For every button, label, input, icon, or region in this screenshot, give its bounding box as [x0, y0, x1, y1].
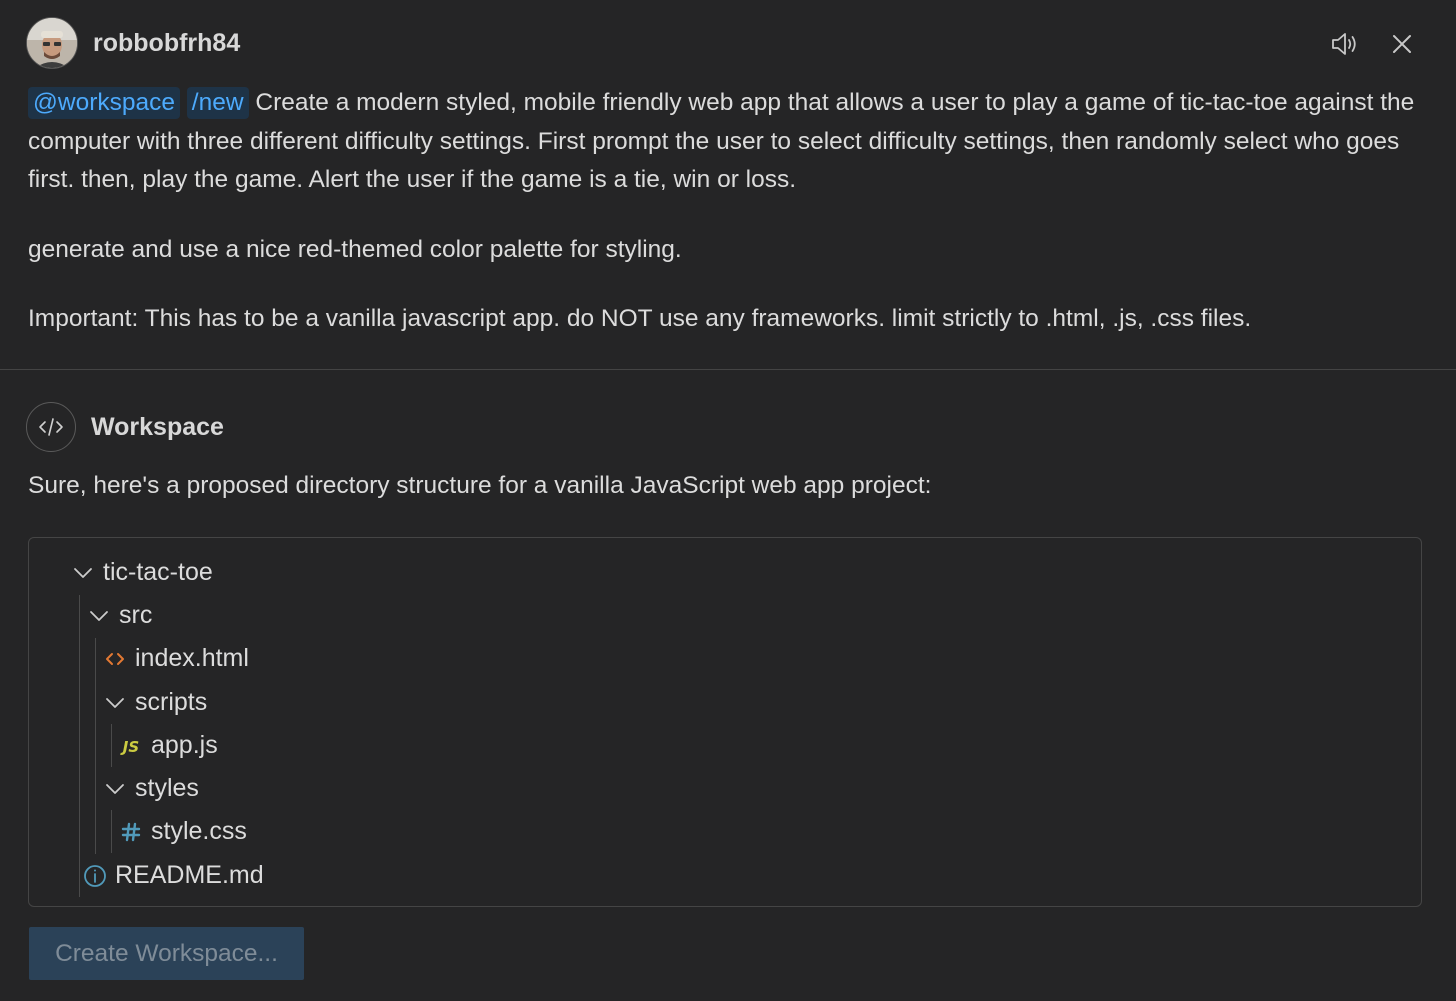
tree-item-label: scripts — [135, 688, 208, 716]
chevron-down-icon — [71, 561, 95, 585]
tree-item-styles[interactable]: styles — [103, 767, 199, 810]
tree-item-label: README.md — [115, 861, 264, 889]
username: robbobfrh84 — [93, 28, 241, 57]
user-header: robbobfrh84 — [26, 17, 241, 69]
close-icon[interactable] — [1384, 26, 1420, 62]
chevron-down-icon — [87, 604, 111, 628]
request-paragraph: @workspace /new Create a modern styled, … — [28, 84, 1428, 200]
tree-item-app-js[interactable]: JS app.js — [119, 724, 218, 767]
tree-item-index-html[interactable]: index.html — [103, 637, 249, 680]
divider — [0, 369, 1456, 370]
html-file-icon — [103, 647, 127, 671]
response-intro: Sure, here's a proposed directory struct… — [28, 472, 932, 499]
js-file-icon: JS — [119, 734, 143, 758]
tree-item-label: index.html — [135, 644, 249, 672]
tree-item-readme[interactable]: README.md — [83, 854, 264, 897]
info-icon — [83, 864, 107, 888]
speaker-icon[interactable] — [1326, 26, 1362, 62]
chevron-down-icon — [103, 691, 127, 715]
indent-guide — [79, 595, 80, 897]
svg-text:JS: JS — [120, 738, 139, 755]
response-header: Workspace — [26, 402, 224, 452]
tree-item-label: tic-tac-toe — [103, 558, 213, 586]
create-workspace-button[interactable]: Create Workspace... — [29, 927, 304, 980]
agent-chip[interactable]: @workspace — [28, 87, 180, 119]
indent-guide — [111, 724, 112, 767]
tree-item-src[interactable]: src — [87, 594, 152, 637]
tree-item-label: styles — [135, 774, 199, 802]
code-icon — [26, 402, 76, 452]
header-actions — [1326, 26, 1420, 62]
chevron-down-icon — [103, 777, 127, 801]
agent-name: Workspace — [91, 412, 224, 441]
avatar — [26, 17, 78, 69]
tree-item-label: style.css — [151, 817, 247, 845]
tree-item-tic-tac-toe[interactable]: tic-tac-toe — [71, 551, 213, 594]
command-chip[interactable]: /new — [186, 87, 249, 119]
css-file-icon — [119, 820, 143, 844]
user-request: @workspace /new Create a modern styled, … — [28, 84, 1428, 339]
file-tree: tic-tac-toe src index.html scripts JS ap… — [28, 537, 1422, 907]
tree-item-label: src — [119, 601, 153, 629]
request-paragraph-2: generate and use a nice red-themed color… — [28, 235, 682, 263]
tree-item-label: app.js — [151, 731, 218, 759]
indent-guide — [111, 810, 112, 853]
tree-item-scripts[interactable]: scripts — [103, 681, 207, 724]
request-paragraph-3: Important: This has to be a vanilla java… — [28, 305, 1252, 332]
indent-guide — [95, 638, 96, 854]
tree-item-style-css[interactable]: style.css — [119, 810, 247, 853]
chat-panel: robbobfrh84 @workspace /new Create a mod… — [0, 0, 1456, 1001]
